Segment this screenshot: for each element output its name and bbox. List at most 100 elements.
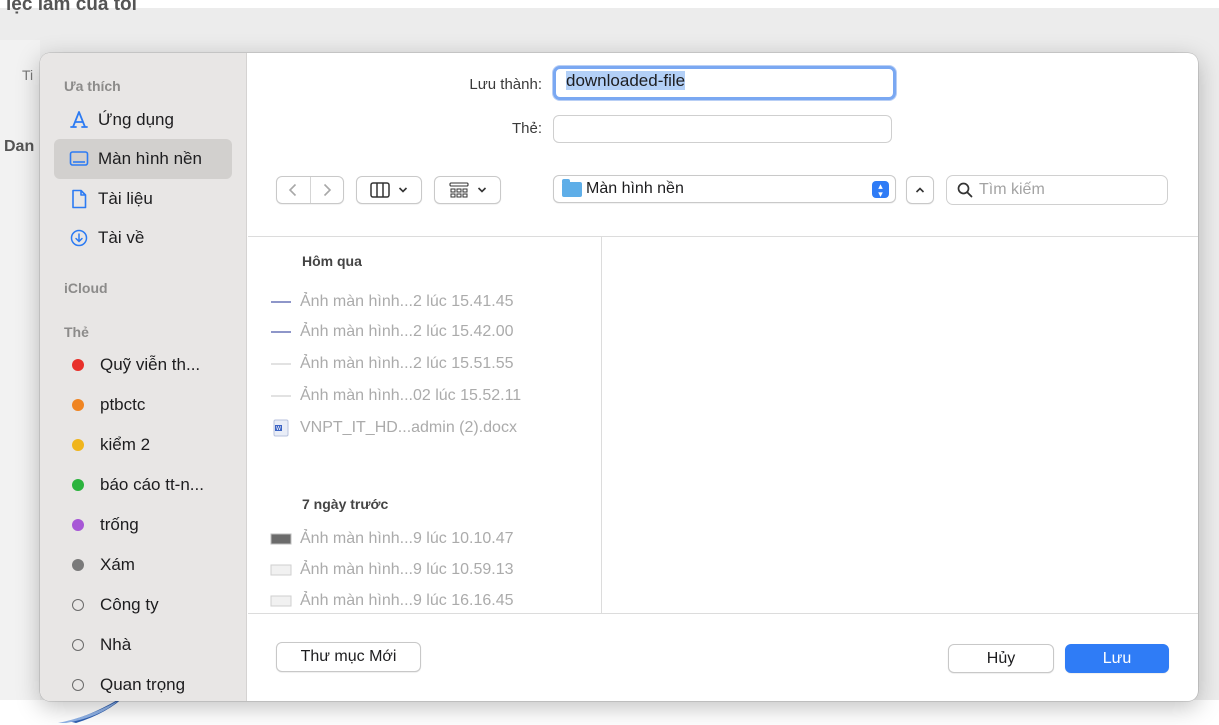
sidebar-tag-cong-ty[interactable]: Công ty bbox=[54, 585, 232, 625]
back-button[interactable] bbox=[277, 177, 310, 203]
screenshot-dark-icon bbox=[270, 532, 292, 546]
file-name: Ảnh màn hình...2 lúc 15.51.55 bbox=[300, 355, 514, 372]
chevron-left-icon bbox=[289, 183, 297, 197]
file-item[interactable]: Ảnh màn hình...2 lúc 15.42.00 bbox=[270, 319, 513, 345]
file-name: Ảnh màn hình...2 lúc 15.42.00 bbox=[300, 323, 514, 340]
background-section-fragment: Dan bbox=[4, 138, 35, 155]
file-name: Ảnh màn hình...9 lúc 10.10.47 bbox=[300, 530, 514, 547]
file-name: Ảnh màn hình...9 lúc 10.59.13 bbox=[300, 561, 514, 578]
tag-yellow-dot-icon bbox=[72, 439, 84, 451]
group-grid-icon bbox=[448, 182, 469, 198]
chevron-down-icon bbox=[398, 187, 408, 193]
file-browser: Hôm qua Ảnh màn hình...2 lúc 15.41.45 Ản… bbox=[248, 236, 1198, 614]
sidebar-item-desktop[interactable]: Màn hình nền bbox=[54, 139, 232, 179]
screenshot-thin-icon bbox=[270, 330, 292, 334]
sidebar-item-label: Xám bbox=[100, 555, 135, 574]
sidebar-tag-kiem-2[interactable]: kiểm 2 bbox=[54, 425, 232, 465]
sidebar-item-label: Màn hình nền bbox=[98, 149, 202, 168]
file-item[interactable]: Ảnh màn hình...9 lúc 10.59.13 bbox=[270, 557, 513, 583]
location-select[interactable]: Màn hình nền ▴ ▾ bbox=[553, 175, 896, 203]
screenshot-thin-icon bbox=[270, 300, 292, 304]
forward-button[interactable] bbox=[309, 177, 344, 203]
sidebar-item-downloads[interactable]: Tài về bbox=[54, 219, 232, 257]
sidebar-item-label: Tài liệu bbox=[98, 189, 153, 208]
chevron-down-icon bbox=[477, 187, 486, 193]
column-view-icon bbox=[370, 182, 390, 198]
sidebar-favorites-header: Ưa thích bbox=[64, 78, 121, 94]
file-item[interactable]: Ảnh màn hình...02 lúc 15.52.11 bbox=[270, 383, 521, 409]
file-item[interactable]: Ảnh màn hình...9 lúc 16.16.45 bbox=[270, 588, 514, 613]
file-item[interactable]: W VNPT_IT_HD...admin (2).docx bbox=[270, 415, 517, 441]
file-name: Ảnh màn hình...02 lúc 15.52.11 bbox=[300, 387, 522, 404]
file-column: Hôm qua Ảnh màn hình...2 lúc 15.41.45 Ản… bbox=[248, 237, 602, 613]
background-top-strip bbox=[0, 0, 1219, 8]
screenshot-faint-icon bbox=[270, 394, 292, 398]
tags-label: Thẻ: bbox=[511, 120, 542, 137]
svg-text:W: W bbox=[276, 426, 281, 432]
sidebar-item-label: Tài về bbox=[98, 228, 145, 247]
screenshot-light-icon bbox=[270, 563, 292, 577]
back-forward-control bbox=[276, 176, 344, 204]
sidebar-item-label: Công ty bbox=[100, 595, 159, 614]
search-field[interactable]: Tìm kiếm bbox=[946, 175, 1168, 205]
tags-input[interactable] bbox=[553, 115, 892, 143]
sidebar-item-label: Ứng dụng bbox=[98, 110, 174, 129]
save-button[interactable]: Lưu bbox=[1065, 644, 1169, 673]
preview-column bbox=[603, 237, 1198, 613]
dialog-main: Lưu thành: downloaded-file Thẻ: Màn hình… bbox=[248, 53, 1198, 701]
view-mode-button[interactable] bbox=[356, 176, 422, 204]
location-value: Màn hình nền bbox=[586, 180, 684, 197]
tag-green-dot-icon bbox=[72, 479, 84, 491]
sidebar-item-label: báo cáo tt-n... bbox=[100, 475, 204, 494]
sidebar-item-label: trống bbox=[100, 515, 139, 534]
group-header-yesterday: Hôm qua bbox=[302, 253, 362, 269]
sidebar-item-applications[interactable]: Ứng dụng bbox=[54, 101, 232, 139]
sidebar-item-label: Quỹ viễn th... bbox=[100, 355, 201, 374]
cancel-button[interactable]: Hủy bbox=[948, 644, 1054, 673]
sidebar: Ưa thích Ứng dụng Màn hình nền Tài liệu … bbox=[40, 53, 247, 701]
sidebar-tag-quan-trong[interactable]: Quan trọng bbox=[54, 665, 232, 701]
search-icon bbox=[957, 182, 973, 198]
chevron-right-icon bbox=[323, 183, 331, 197]
sidebar-tags-header: Thẻ bbox=[64, 324, 89, 340]
save-as-value: downloaded-file bbox=[566, 71, 686, 90]
file-item[interactable]: Ảnh màn hình...2 lúc 15.41.45 bbox=[270, 289, 513, 315]
file-name: Ảnh màn hình...9 lúc 16.16.45 bbox=[300, 592, 514, 609]
tag-gray-dot-icon bbox=[72, 559, 84, 571]
file-name: VNPT_IT_HD...admin (2).docx bbox=[300, 419, 517, 436]
select-stepper-icon: ▴ ▾ bbox=[872, 181, 889, 199]
word-doc-icon: W bbox=[270, 419, 292, 437]
group-by-button[interactable] bbox=[434, 176, 501, 204]
download-icon bbox=[68, 227, 90, 249]
sidebar-tag-trong[interactable]: trống bbox=[54, 505, 232, 545]
document-icon bbox=[68, 188, 90, 210]
tag-empty-circle-icon bbox=[72, 639, 84, 651]
sidebar-item-documents[interactable]: Tài liệu bbox=[54, 179, 232, 219]
group-header-last-7-days: 7 ngày trước bbox=[302, 496, 389, 512]
file-item[interactable]: Ảnh màn hình...2 lúc 15.51.55 bbox=[270, 351, 513, 377]
search-placeholder: Tìm kiếm bbox=[979, 181, 1045, 198]
sidebar-tag-nha[interactable]: Nhà bbox=[54, 625, 232, 665]
sidebar-tag-quy-vien-thong[interactable]: Quỹ viễn th... bbox=[54, 345, 232, 385]
save-dialog: Ưa thích Ứng dụng Màn hình nền Tài liệu … bbox=[40, 53, 1198, 701]
file-item[interactable]: Ảnh màn hình...9 lúc 10.10.47 bbox=[270, 526, 513, 552]
tag-orange-dot-icon bbox=[72, 399, 84, 411]
sidebar-item-label: kiểm 2 bbox=[100, 435, 151, 454]
desktop-icon bbox=[68, 148, 90, 170]
tag-purple-dot-icon bbox=[72, 519, 84, 531]
collapse-button[interactable] bbox=[906, 176, 934, 204]
sidebar-tag-xam[interactable]: Xám bbox=[54, 545, 232, 585]
sidebar-item-label: Nhà bbox=[100, 635, 132, 654]
save-as-label: Lưu thành: bbox=[469, 76, 542, 93]
screenshot-faint-icon bbox=[270, 362, 292, 366]
tag-empty-circle-icon bbox=[72, 599, 84, 611]
background-tab-fragment: Ti bbox=[22, 67, 34, 83]
sidebar-tag-ptbctc[interactable]: ptbctc bbox=[54, 385, 232, 425]
save-as-input[interactable]: downloaded-file bbox=[553, 66, 896, 100]
tag-empty-circle-icon bbox=[72, 679, 84, 691]
sidebar-tag-bao-cao[interactable]: báo cáo tt-n... bbox=[54, 465, 232, 505]
chevron-up-icon bbox=[915, 187, 925, 193]
sidebar-icloud-header: iCloud bbox=[64, 280, 108, 296]
applications-icon bbox=[68, 109, 90, 131]
new-folder-button[interactable]: Thư mục Mới bbox=[276, 642, 421, 672]
